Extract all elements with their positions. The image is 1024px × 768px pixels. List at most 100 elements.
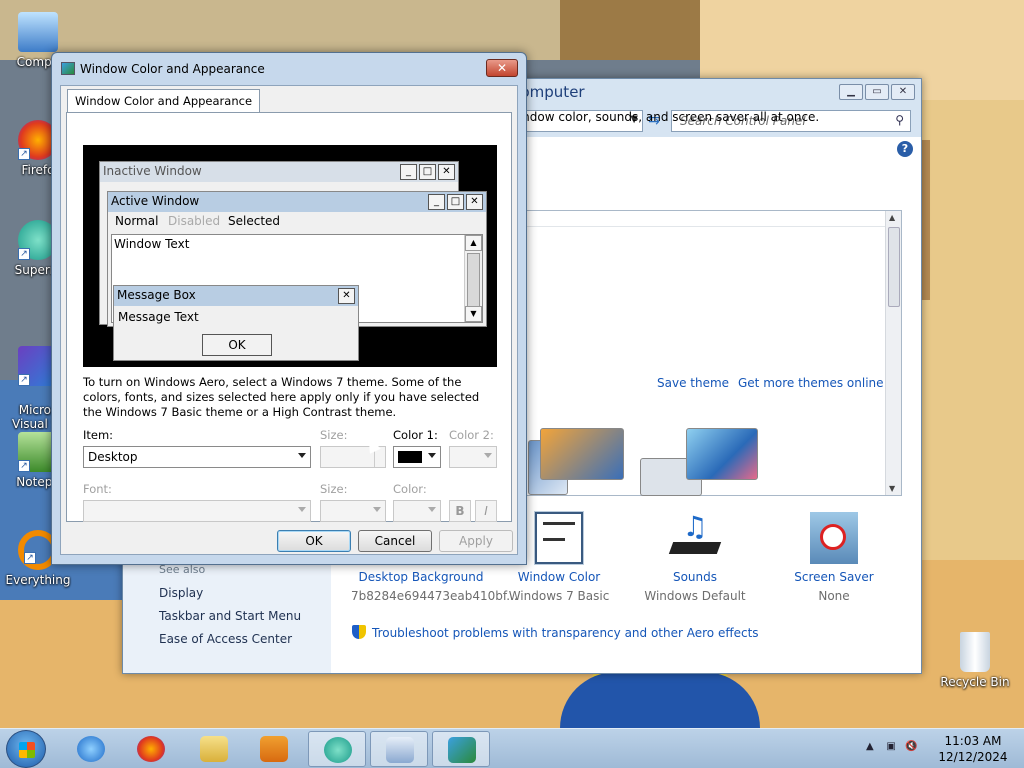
menu-normal: Normal <box>115 214 159 228</box>
scroll-up-icon[interactable]: ▲ <box>889 213 895 222</box>
get-more-themes-link[interactable]: Get more themes online <box>738 376 884 390</box>
scroll-thumb[interactable] <box>888 227 900 307</box>
clock-date: 12/12/2024 <box>938 750 1008 764</box>
window-text: Window Text <box>114 237 190 251</box>
desktop-icon-recycle-bin[interactable]: Recycle Bin <box>937 632 1013 689</box>
nav-link-display[interactable]: Display <box>159 586 203 600</box>
color1-picker[interactable] <box>393 446 441 468</box>
taskbar-supermium[interactable] <box>308 731 366 767</box>
scroll-down-icon[interactable]: ▼ <box>889 484 895 493</box>
font-size-select[interactable] <box>320 500 386 522</box>
taskbar-personalization[interactable] <box>432 731 490 767</box>
sounds-item[interactable]: ♫ Sounds Windows Default <box>625 512 765 604</box>
maximize-button[interactable]: ▭ <box>865 84 889 100</box>
window-color-title-icon <box>61 62 75 75</box>
item-value: Windows Default <box>644 589 746 603</box>
menu-selected: Selected <box>228 214 281 228</box>
maximize-icon: □ <box>419 164 436 180</box>
minimize-button[interactable]: ▁ <box>839 84 863 100</box>
font-select[interactable] <box>83 500 311 522</box>
recycle-bin-icon <box>960 632 990 672</box>
tab-panel: Inactive Window _ □ ✕ Active Window _ □ ✕ No… <box>66 112 512 522</box>
preview-ok-button: OK <box>202 334 272 356</box>
italic-button[interactable]: I <box>475 500 497 522</box>
taskbar-firefox[interactable] <box>122 731 180 767</box>
appearance-preview[interactable]: Inactive Window _ □ ✕ Active Window _ □ ✕ No… <box>83 145 497 367</box>
window-color-dialog: Window Color and Appearance ✕ Window Col… <box>51 52 527 565</box>
window-color-icon <box>535 512 583 564</box>
tab-window-color[interactable]: Window Color and Appearance <box>67 89 261 113</box>
media-player-icon <box>260 736 288 762</box>
item-title: Desktop Background <box>358 570 484 584</box>
explorer-icon <box>200 736 228 762</box>
close-button[interactable]: ✕ <box>486 59 518 77</box>
firefox-icon <box>137 736 165 762</box>
dialog-body: Window Color and Appearance Inactive Win… <box>60 85 518 555</box>
preview-scrollbar: ▲ ▼ <box>464 235 482 322</box>
font-label: Font: <box>83 482 112 496</box>
nav-link-ease-of-access[interactable]: Ease of Access Center <box>159 632 292 646</box>
bold-button[interactable]: B <box>449 500 471 522</box>
cancel-button[interactable]: Cancel <box>358 530 432 552</box>
show-hidden-icons-icon[interactable]: ▲ <box>866 741 874 752</box>
scroll-down-icon: ▼ <box>465 306 482 322</box>
screen-saver-item[interactable]: Screen Saver None <box>764 512 904 603</box>
item-value: 7b8284e694473eab410bf... <box>351 589 518 603</box>
wallpaper-shape <box>0 0 600 60</box>
desktop-icon-label: Everything <box>5 573 71 587</box>
network-icon[interactable]: ▣ <box>886 741 895 752</box>
item-value: Windows 7 Basic <box>508 589 610 603</box>
clock-time: 11:03 AM <box>944 734 1002 748</box>
troubleshoot-text: Troubleshoot problems with transparency … <box>372 626 759 640</box>
item-select-value: Desktop <box>88 450 138 464</box>
item-select[interactable]: Desktop <box>83 446 311 468</box>
wallpaper-shape <box>560 0 720 60</box>
color2-label: Color 2: <box>449 428 494 442</box>
maximize-icon: □ <box>447 194 464 210</box>
clock[interactable]: 11:03 AM 12/12/2024 <box>938 733 1008 765</box>
taskbar-explorer[interactable] <box>185 731 243 767</box>
item-value: None <box>818 589 850 603</box>
window-controls: _ □ ✕ <box>400 164 455 180</box>
troubleshoot-link[interactable]: Troubleshoot problems with transparency … <box>352 625 759 640</box>
font-color-picker[interactable] <box>393 500 441 522</box>
window-controls: ✕ <box>338 288 355 304</box>
close-icon: ✕ <box>466 194 483 210</box>
help-icon[interactable]: ? <box>897 141 913 157</box>
minimize-icon: _ <box>428 194 445 210</box>
taskbar-media-player[interactable] <box>245 731 303 767</box>
message-box-title: Message Box <box>114 286 358 306</box>
ie-icon <box>77 736 105 762</box>
close-button[interactable]: ✕ <box>891 84 915 100</box>
desktop-icon-label: Recycle Bin <box>940 675 1010 689</box>
system-tray[interactable]: ▲ ▣ 🔇 <box>866 741 918 752</box>
item-size-label: Size: <box>320 428 348 442</box>
nav-link-taskbar[interactable]: Taskbar and Start Menu <box>159 609 301 623</box>
chevron-down-icon <box>298 453 306 458</box>
theme-thumbnail[interactable] <box>686 428 758 480</box>
taskbar-control-panel[interactable] <box>370 731 428 767</box>
wallpaper-shape <box>560 672 760 728</box>
item-title: Screen Saver <box>794 570 874 584</box>
font-color-label: Color: <box>393 482 427 496</box>
search-icon: ⚲ <box>895 113 904 127</box>
taskbar-ie[interactable] <box>62 731 120 767</box>
control-panel-icon <box>386 737 414 763</box>
close-icon: ✕ <box>338 288 355 304</box>
close-icon: ✕ <box>438 164 455 180</box>
start-button[interactable] <box>6 730 46 768</box>
dialog-title: Window Color and Appearance <box>80 62 265 76</box>
window-controls: ▁ ▭ ✕ <box>839 84 915 100</box>
color1-swatch <box>398 451 422 463</box>
scroll-thumb <box>467 253 480 308</box>
message-text: Message Text <box>118 310 199 324</box>
apply-button[interactable]: Apply <box>439 530 513 552</box>
color2-picker[interactable] <box>449 446 497 468</box>
item-title: Window Color <box>517 570 601 584</box>
save-theme-link[interactable]: Save theme <box>657 376 729 390</box>
menu-disabled: Disabled <box>168 214 221 228</box>
volume-muted-icon[interactable]: 🔇 <box>905 741 917 752</box>
scrollbar[interactable]: ▲ ▼ <box>885 211 901 495</box>
ok-button[interactable]: OK <box>277 530 351 552</box>
theme-thumbnail[interactable] <box>540 428 624 480</box>
